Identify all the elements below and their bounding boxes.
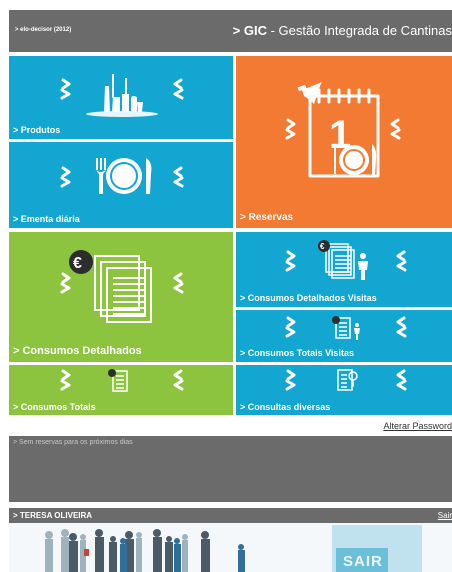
user-name: > TERESA OLIVEIRA — [13, 511, 93, 520]
tile-produtos-label: > Produtos — [13, 125, 61, 135]
tile-consumos-totais[interactable]: > Consumos Totais — [9, 365, 233, 415]
tile-reservas-label: > Reservas — [240, 212, 294, 223]
tile-consultas-diversas[interactable]: > Consultas diversas — [236, 365, 452, 415]
tile-consumos-detalhados-label: > Consumos Detalhados — [13, 345, 142, 357]
tile-consumos-totais-visitas[interactable]: > Consumos Totais Visitas — [236, 310, 452, 362]
app-name: > GIC — [232, 23, 267, 38]
svg-text:€: € — [320, 242, 325, 251]
tile-ementa-label: > Ementa diária — [13, 214, 80, 224]
reservations-notice-panel: > Sem reservas para os próximos dias — [9, 436, 452, 502]
app-title: > GIC - Gestão Integrada de Cantinas — [233, 23, 452, 38]
app-header: > elo-decisor (2012) > GIC - Gestão Inte… — [9, 10, 452, 52]
euro-documents-icon: € — [60, 250, 184, 323]
tile-produtos[interactable]: > Produtos — [9, 56, 233, 139]
tile-consumos-detalhados-visitas[interactable]: € > Consumos Detalhados Visitas — [236, 232, 452, 307]
change-password-link[interactable]: Alterar Password — [383, 421, 452, 431]
footer-banner: SAIR — [9, 523, 452, 572]
calendar-plate-icon: 1 — [285, 82, 401, 178]
logout-link[interactable]: Sair — [438, 511, 452, 520]
tile-ementa-diaria[interactable]: > Ementa diária — [9, 142, 233, 228]
company-label: > elo-decisor (2012) — [15, 27, 72, 33]
tile-consumos-totais-label: > Consumos Totais — [13, 402, 96, 412]
no-reservations-message: > Sem reservas para os próximos dias — [13, 439, 133, 446]
exit-banner-label[interactable]: SAIR — [343, 553, 383, 570]
tile-consumos-totais-visitas-label: > Consumos Totais Visitas — [240, 348, 354, 358]
tile-consultas-diversas-label: > Consultas diversas — [240, 402, 331, 412]
tile-consumos-detalhados[interactable]: € > Consumos Detalhados — [9, 232, 233, 362]
tile-reservas[interactable]: 1 > Reservas — [236, 56, 452, 228]
user-bar: > TERESA OLIVEIRA Sair — [9, 508, 452, 523]
crowd-image — [9, 523, 309, 572]
app-description: - Gestão Integrada de Cantinas — [266, 23, 452, 38]
password-bar: Alterar Password — [9, 420, 452, 433]
tile-consumos-det-visitas-label: > Consumos Detalhados Visitas — [240, 293, 377, 303]
svg-text:€: € — [73, 255, 82, 272]
